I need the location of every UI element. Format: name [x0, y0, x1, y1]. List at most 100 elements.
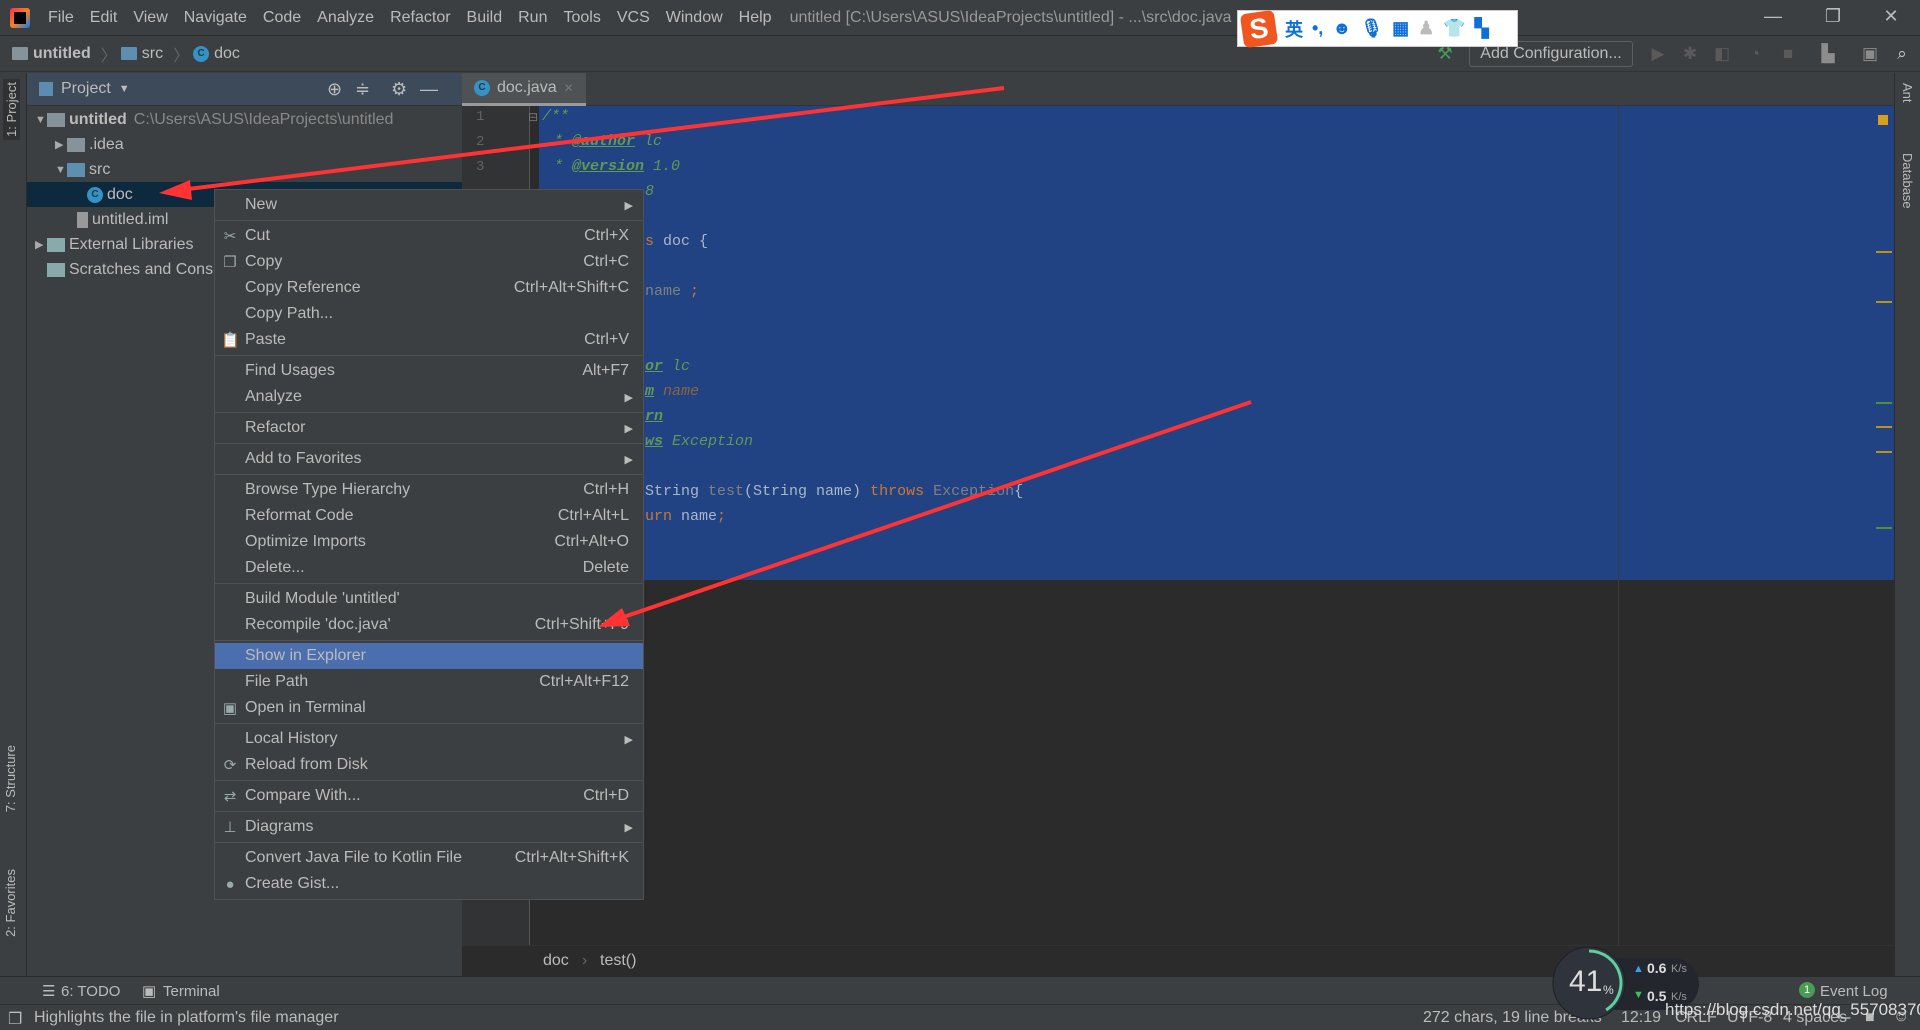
- skin-icon[interactable]: 👕: [1443, 18, 1465, 39]
- status-toggle-icon[interactable]: ❐: [8, 1009, 22, 1029]
- breadcrumb-src[interactable]: src: [120, 45, 163, 63]
- tree-item-untitled[interactable]: ▼ untitled C:\Users\ASUS\IdeaProjects\unti…: [27, 107, 462, 132]
- ime-punct[interactable]: •,: [1312, 18, 1323, 39]
- mic-icon[interactable]: 🎙: [1360, 18, 1383, 39]
- menu-item-add-to-favorites[interactable]: Add to Favorites ▶: [215, 446, 643, 472]
- locate-icon[interactable]: ⊕: [327, 79, 342, 100]
- minimize-button[interactable]: —: [1753, 6, 1793, 30]
- menu-analyze[interactable]: Analyze: [309, 9, 382, 27]
- menu-item-copy[interactable]: ❐ Copy Ctrl+C: [215, 249, 643, 275]
- project-view-dropdown[interactable]: Project: [61, 80, 111, 98]
- event-log-button[interactable]: Event Log: [1820, 983, 1888, 1000]
- error-stripe-mark[interactable]: [1876, 527, 1892, 529]
- menu-item-convert-java-file-to-kotlin-file[interactable]: Convert Java File to Kotlin File Ctrl+Alt…: [215, 845, 643, 871]
- tab-doc-java[interactable]: C doc.java ✕: [462, 73, 586, 106]
- tree-item--idea[interactable]: ▶ .idea: [27, 132, 462, 157]
- menu-item-open-in-terminal[interactable]: ▣ Open in Terminal: [215, 695, 643, 721]
- tree-item-src[interactable]: ▼ src: [27, 157, 462, 182]
- menu-item-new[interactable]: New ▶: [215, 192, 643, 218]
- collapse-all-icon[interactable]: ≑: [355, 79, 370, 100]
- menu-window[interactable]: Window: [658, 9, 731, 27]
- hide-icon[interactable]: —: [420, 79, 438, 100]
- menu-tools[interactable]: Tools: [555, 9, 608, 27]
- profile-icon[interactable]: ◔: [1744, 44, 1766, 66]
- error-stripe-mark[interactable]: [1876, 251, 1892, 253]
- coverage-icon[interactable]: ◧: [1711, 44, 1733, 66]
- chevron-right-icon[interactable]: ▶: [35, 238, 47, 251]
- fold-icon[interactable]: ⊟: [528, 110, 538, 124]
- menu-item-refactor[interactable]: Refactor ▶: [215, 415, 643, 441]
- tool-tab-terminal[interactable]: Terminal: [163, 983, 220, 1000]
- debug-icon[interactable]: ✱: [1679, 44, 1701, 66]
- menu-run[interactable]: Run: [510, 9, 555, 27]
- toolbox-icon[interactable]: ▚: [1475, 18, 1489, 39]
- menu-item-browse-type-hierarchy[interactable]: Browse Type Hierarchy Ctrl+H: [215, 477, 643, 503]
- restore-button[interactable]: ❐: [1813, 6, 1853, 30]
- tool-tab-structure[interactable]: 7: Structure: [3, 745, 18, 812]
- error-stripe-mark[interactable]: [1876, 451, 1892, 453]
- menu-build[interactable]: Build: [459, 9, 511, 27]
- breadcrumb-class[interactable]: doc: [543, 952, 569, 970]
- ime-mode[interactable]: 英: [1285, 16, 1303, 42]
- menu-item-local-history[interactable]: Local History ▶: [215, 726, 643, 752]
- menu-item-compare-with[interactable]: ⇄ Compare With... Ctrl+D: [215, 783, 643, 809]
- breadcrumb-method[interactable]: test(): [600, 952, 636, 970]
- presentation-icon[interactable]: ▣: [1859, 44, 1881, 66]
- menu-item-analyze[interactable]: Analyze ▶: [215, 384, 643, 410]
- menu-edit[interactable]: Edit: [82, 9, 126, 27]
- menu-refactor[interactable]: Refactor: [382, 9, 458, 27]
- stop-icon[interactable]: ■: [1777, 44, 1799, 66]
- menu-item-copy-reference[interactable]: Copy Reference Ctrl+Alt+Shift+C: [215, 275, 643, 301]
- code-token: name: [645, 283, 691, 300]
- menu-item-cut[interactable]: ✂ Cut Ctrl+X: [215, 223, 643, 249]
- menu-item-create-gist[interactable]: ● Create Gist...: [215, 871, 643, 897]
- menu-view[interactable]: View: [125, 9, 175, 27]
- tool-tab-favorites[interactable]: 2: Favorites: [3, 869, 18, 937]
- breadcrumb-untitled[interactable]: untitled: [12, 45, 91, 63]
- tool-tab-project[interactable]: 1: Project: [3, 79, 20, 140]
- error-stripe-mark[interactable]: [1876, 426, 1892, 428]
- menu-item-optimize-imports[interactable]: Optimize Imports Ctrl+Alt+O: [215, 529, 643, 555]
- run-icon[interactable]: ▶: [1647, 44, 1669, 66]
- error-stripe-mark[interactable]: [1876, 402, 1892, 404]
- menu-item-recompile-doc-java[interactable]: Recompile 'doc.java' Ctrl+Shift+F9: [215, 612, 643, 638]
- menu-item-copy-path[interactable]: Copy Path...: [215, 301, 643, 327]
- menu-help[interactable]: Help: [731, 9, 780, 27]
- tool-tab-ant[interactable]: Ant: [1900, 83, 1915, 103]
- menu-item-find-usages[interactable]: Find Usages Alt+F7: [215, 358, 643, 384]
- menu-item-diagrams[interactable]: ⊥ Diagrams ▶: [215, 814, 643, 840]
- tool-tab-todo[interactable]: 6: TODO: [61, 983, 120, 1000]
- ime-toolbar[interactable]: S 英 •, ☻ 🎙 ▦ ♟ 👕 ▚: [1237, 9, 1518, 48]
- build-hammer-icon[interactable]: ⚒: [1434, 44, 1456, 66]
- keyboard-icon[interactable]: ▦: [1392, 18, 1409, 39]
- menu-item-reload-from-disk[interactable]: ⟳ Reload from Disk: [215, 752, 643, 778]
- menu-item-reformat-code[interactable]: Reformat Code Ctrl+Alt+L: [215, 503, 643, 529]
- gear-icon[interactable]: ⚙: [391, 79, 407, 100]
- code-editor[interactable]: ⊟ /** * @author lc * @version 1.0 8 s doc {n…: [462, 106, 1894, 945]
- chevron-down-icon[interactable]: ▼: [119, 83, 130, 95]
- error-stripe-mark[interactable]: [1878, 115, 1888, 125]
- menu-item-file-path[interactable]: File Path Ctrl+Alt+F12: [215, 669, 643, 695]
- menu-item-build-module-untitled[interactable]: Build Module 'untitled': [215, 586, 643, 612]
- chevron-right-icon[interactable]: ▶: [55, 138, 67, 151]
- project-structure-icon[interactable]: ▙: [1817, 44, 1839, 66]
- tool-tab-database[interactable]: Database: [1900, 153, 1915, 209]
- menu-item-label: Build Module 'untitled': [245, 590, 400, 607]
- chevron-down-icon[interactable]: ▼: [35, 114, 47, 126]
- menu-navigate[interactable]: Navigate: [176, 9, 255, 27]
- emoji-icon[interactable]: ☻: [1332, 18, 1351, 39]
- breadcrumb-doc[interactable]: Cdoc: [193, 45, 240, 63]
- menu-item-paste[interactable]: 📋 Paste Ctrl+V: [215, 327, 643, 353]
- close-tab-icon[interactable]: ✕: [564, 81, 574, 95]
- menu-item-delete[interactable]: Delete... Delete: [215, 555, 643, 581]
- menu-code[interactable]: Code: [255, 9, 309, 27]
- search-icon[interactable]: ⌕: [1891, 44, 1913, 66]
- close-button[interactable]: ✕: [1871, 6, 1911, 30]
- chevron-down-icon[interactable]: ▼: [55, 164, 67, 176]
- menu-item-show-in-explorer[interactable]: Show in Explorer: [215, 643, 643, 669]
- menu-file[interactable]: File: [40, 9, 82, 27]
- menu-vcs[interactable]: VCS: [609, 9, 658, 27]
- error-stripe-mark[interactable]: [1876, 301, 1892, 303]
- user-icon[interactable]: ♟: [1418, 18, 1434, 39]
